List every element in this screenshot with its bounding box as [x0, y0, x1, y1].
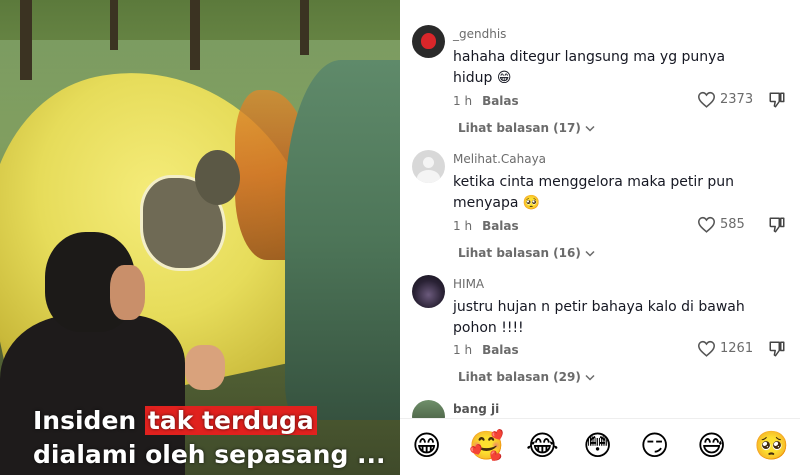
caption-highlight: tak terduga: [144, 406, 317, 435]
comment-time: 1 h: [453, 219, 473, 233]
avatar[interactable]: [412, 275, 445, 308]
emoji-pleading[interactable]: 🥺: [754, 430, 789, 462]
view-replies-label: Lihat balasan (16): [458, 246, 581, 260]
comment-username[interactable]: _gendhis: [453, 27, 506, 41]
tree-trunk: [110, 0, 118, 50]
emoji-smiling-hearts[interactable]: 🥰: [469, 430, 504, 462]
heart-outline-icon: [697, 216, 716, 233]
person-face: [110, 265, 145, 320]
chevron-down-icon: [585, 125, 595, 132]
reply-button[interactable]: Balas: [482, 94, 519, 108]
comment-meta: 1 h Balas: [453, 94, 519, 108]
like-count: 585: [720, 217, 745, 232]
comment-time: 1 h: [453, 343, 473, 357]
reply-button[interactable]: Balas: [482, 343, 519, 357]
like-button[interactable]: 585: [697, 216, 745, 233]
green-tent: [285, 60, 400, 420]
dislike-button[interactable]: [768, 340, 786, 362]
chevron-down-icon: [585, 250, 595, 257]
caption-text: dialami oleh sepasang ...: [33, 440, 386, 469]
like-button[interactable]: 1261: [697, 340, 753, 357]
video-frame[interactable]: Insiden tak terduga dialami oleh sepasan…: [0, 0, 400, 475]
comment-text: justru hujan n petir bahaya kalo di bawa…: [453, 299, 745, 336]
view-replies-label: Lihat balasan (17): [458, 121, 581, 135]
avatar[interactable]: [412, 150, 445, 183]
comment-username[interactable]: bang ji: [453, 402, 499, 416]
like-button[interactable]: 2373: [697, 91, 753, 108]
heart-outline-icon: [697, 91, 716, 108]
default-avatar-icon: [423, 157, 434, 168]
comment-time: 1 h: [453, 94, 473, 108]
apple-logo-icon: [421, 33, 436, 49]
view-replies-button[interactable]: Lihat balasan (29): [458, 370, 595, 384]
thumbs-down-icon: [769, 217, 785, 233]
thumbs-down-icon: [769, 92, 785, 108]
comment-text: ketika cinta menggelora maka petir pun m…: [453, 174, 735, 211]
emoji-grin[interactable]: 😁: [412, 430, 441, 462]
view-replies-label: Lihat balasan (29): [458, 370, 581, 384]
like-count: 1261: [720, 341, 754, 356]
default-avatar-shoulders: [417, 170, 440, 183]
person-hand: [185, 345, 225, 390]
comment-meta: 1 h Balas: [453, 343, 519, 357]
tree-trunk: [190, 0, 200, 70]
emoji-tears-of-joy[interactable]: 😂: [526, 430, 559, 462]
comment-meta: 1 h Balas: [453, 219, 519, 233]
video-caption: Insiden tak terduga dialami oleh sepasan…: [33, 404, 393, 472]
avatar[interactable]: [412, 25, 445, 58]
tent-hole: [195, 150, 240, 205]
tree-trunk: [20, 0, 32, 80]
view-replies-button[interactable]: Lihat balasan (17): [458, 121, 595, 135]
chevron-down-icon: [585, 374, 595, 381]
dislike-button[interactable]: [768, 91, 786, 113]
comment-username[interactable]: Melihat.Cahaya: [453, 152, 546, 166]
dislike-button[interactable]: [768, 216, 786, 238]
view-replies-button[interactable]: Lihat balasan (16): [458, 246, 595, 260]
like-count: 2373: [720, 92, 754, 107]
tree-trunk: [300, 0, 309, 55]
caption-text: Insiden: [33, 406, 145, 435]
comment-username[interactable]: HIMA: [453, 277, 484, 291]
emoji-quick-bar: 😁 🥰 😂 😳 😏 😅 🥺: [400, 418, 800, 476]
emoji-sweat-smile[interactable]: 😅: [697, 430, 726, 462]
comments-panel[interactable]: _gendhis hahaha ditegur langsung ma yg p…: [400, 0, 800, 476]
heart-outline-icon: [697, 340, 716, 357]
emoji-smirk[interactable]: 😏: [640, 430, 669, 462]
reply-button[interactable]: Balas: [482, 219, 519, 233]
comment-text: hahaha ditegur langsung ma yg punya hidu…: [453, 49, 726, 86]
thumbs-down-icon: [769, 341, 785, 357]
emoji-flushed[interactable]: 😳: [583, 430, 612, 462]
